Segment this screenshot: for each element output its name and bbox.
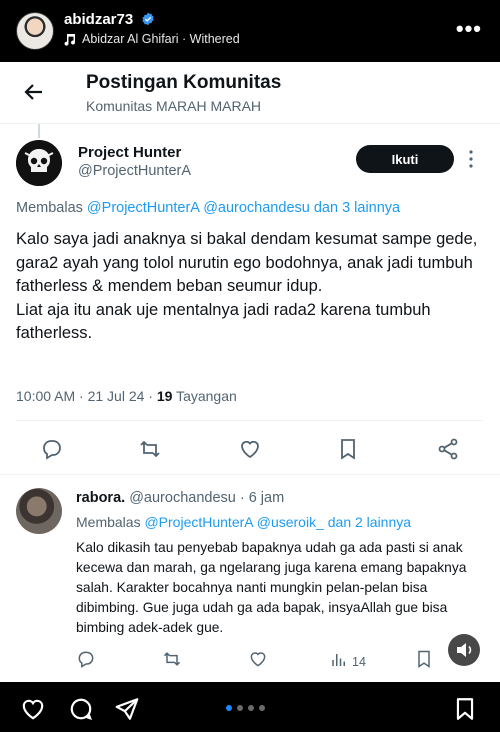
- save-icon[interactable]: [452, 696, 478, 722]
- divider: [0, 474, 500, 475]
- profile-avatar[interactable]: [16, 12, 54, 50]
- community-name[interactable]: Komunitas MARAH MARAH: [86, 98, 261, 114]
- post-text: Kalo saya jadi anaknya si bakal dendam k…: [16, 230, 478, 342]
- bookmark-icon[interactable]: [336, 437, 360, 461]
- reply-prefix: Membalas: [16, 200, 87, 216]
- retweet-icon[interactable]: [138, 437, 162, 461]
- skull-icon: [16, 140, 62, 186]
- rabora-avatar[interactable]: [16, 488, 62, 534]
- post-image: Postingan Komunitas Komunitas MARAH MARA…: [0, 62, 500, 682]
- instagram-username[interactable]: abidzar73: [64, 11, 133, 28]
- sound-icon: [457, 643, 472, 657]
- reply-context: Membalas @ProjectHunterA @useroik_ dan 2…: [76, 514, 411, 530]
- carousel-dot: [248, 705, 254, 711]
- reply-icon[interactable]: [40, 437, 64, 461]
- like-icon[interactable]: [238, 437, 262, 461]
- post-meta: 10:00 AM · 21 Jul 24 · 19 Tayangan: [16, 388, 237, 404]
- reply-author[interactable]: rabora. @aurochandesu · 6 jam: [76, 490, 284, 506]
- more-icon[interactable]: •••: [456, 18, 482, 40]
- back-arrow-icon[interactable]: [22, 80, 46, 104]
- share-icon[interactable]: [436, 437, 460, 461]
- verified-badge-icon: [142, 12, 154, 26]
- reply-targets-link[interactable]: @ProjectHunterA @useroik_ dan 2 lainnya: [144, 514, 411, 530]
- views-count: 19: [156, 388, 173, 404]
- carousel-dot: [226, 705, 232, 711]
- post-timestamp[interactable]: 10:00 AM · 21 Jul 24 ·: [16, 388, 157, 404]
- instagram-header: abidzar73 Abidzar Al Ghifari · Withered …: [0, 0, 500, 62]
- reply-handle-time: @aurochandesu · 6 jam: [125, 490, 285, 506]
- music-label: Abidzar Al Ghifari · Withered: [82, 32, 240, 46]
- music-note-icon: [64, 33, 76, 46]
- author-name[interactable]: Project Hunter: [78, 144, 181, 161]
- carousel-indicator: [226, 705, 265, 711]
- sound-button[interactable]: [448, 634, 480, 666]
- follow-button[interactable]: Ikuti: [356, 145, 454, 173]
- page-title: Postingan Komunitas: [86, 72, 282, 93]
- community-post-header: Postingan Komunitas Komunitas MARAH MARA…: [0, 62, 500, 124]
- author-handle[interactable]: @ProjectHunterA: [78, 163, 191, 179]
- divider: [16, 420, 484, 421]
- send-icon[interactable]: [114, 696, 140, 722]
- comment-icon[interactable]: [68, 696, 94, 722]
- views-icon[interactable]: [330, 651, 348, 669]
- reply-views-count: 14: [352, 655, 366, 669]
- reply-prefix: Membalas: [76, 514, 145, 530]
- reply-author-name[interactable]: rabora.: [76, 490, 125, 506]
- carousel-dot: [237, 705, 243, 711]
- reply-targets-link[interactable]: @ProjectHunterA @aurochandesu dan 3 lain…: [87, 200, 400, 216]
- reply-icon[interactable]: [76, 649, 96, 669]
- music-info[interactable]: Abidzar Al Ghifari · Withered: [64, 32, 240, 46]
- heart-icon[interactable]: [20, 696, 46, 722]
- reply-context: Membalas @ProjectHunterA @aurochandesu d…: [16, 200, 400, 216]
- kebab-icon[interactable]: [468, 148, 474, 170]
- project-hunter-avatar[interactable]: [16, 140, 62, 186]
- bookmark-icon[interactable]: [414, 649, 434, 669]
- thread-connector: [38, 124, 40, 138]
- like-icon[interactable]: [248, 649, 268, 669]
- views-label: Tayangan: [172, 388, 237, 404]
- reply-text: Kalo dikasih tau penyebab bapaknya udah …: [76, 540, 467, 635]
- instagram-action-bar: [0, 682, 500, 732]
- retweet-icon[interactable]: [162, 649, 182, 669]
- carousel-dot: [259, 705, 265, 711]
